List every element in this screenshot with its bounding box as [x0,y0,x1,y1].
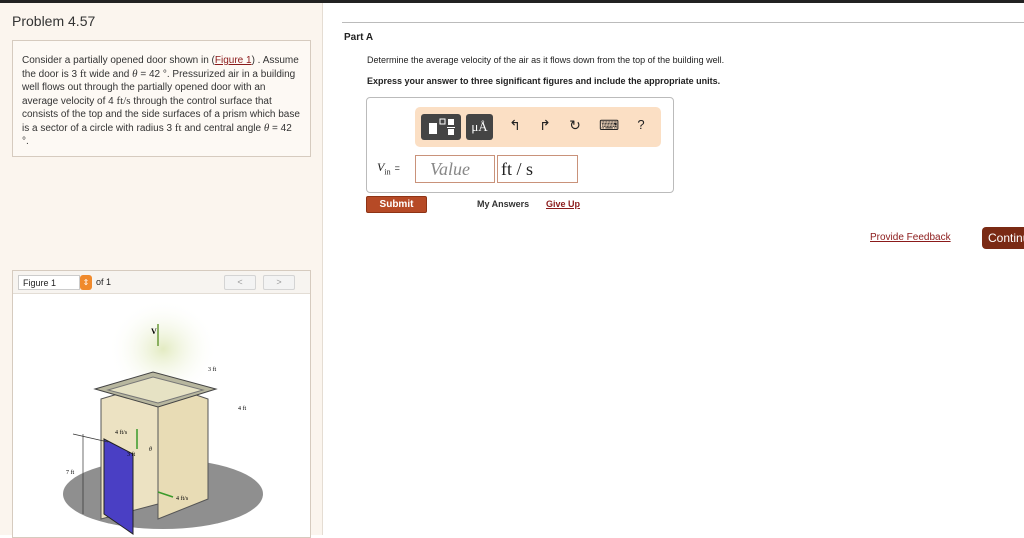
keyboard-icon[interactable]: ⌨ [599,117,619,134]
figure-select[interactable]: Figure 1 [18,275,80,290]
submit-button[interactable]: Submit [366,196,427,213]
units-button[interactable]: μÅ [466,114,493,140]
figure-link[interactable]: Figure 1 [215,55,252,66]
label: 4 ft/s [115,429,128,436]
figure-image: V 3 ft 4 ft 4 ft/s 3 ft 7 ft 4 ft/s θ [63,299,263,535]
text: Consider a partially opened door shown i… [22,55,215,66]
divider [342,22,1024,23]
select-stepper-icon[interactable]: ⇕ [80,275,92,290]
help-icon[interactable]: ? [633,117,649,132]
give-up-link[interactable]: Give Up [546,199,580,209]
problem-title: Problem 4.57 [12,13,96,29]
prev-figure-button[interactable]: < [224,275,256,290]
redo-icon[interactable]: ↱ [537,117,553,134]
equals: = [394,163,400,173]
text: and central angle [181,122,264,134]
var-sub: in [384,167,391,177]
label: 3 ft [127,451,135,458]
label: 4 ft [238,405,246,412]
question-text: Determine the average velocity of the ai… [367,55,725,65]
continue-button[interactable]: Continue [982,227,1024,249]
math-toolbar: μÅ ↰ ↱ ↻ ⌨ ? [415,107,661,147]
instruction-text: Express your answer to three significant… [367,76,721,86]
figure-panel: Figure 1 ⇕ of 1 < > V 3 ft 4 ft 4 ft/s 3… [12,270,311,538]
undo-icon[interactable]: ↰ [507,117,523,134]
unit-input[interactable]: ft / s [497,155,578,183]
label: 3 ft [208,366,216,373]
part-title: Part A [344,32,374,43]
templates-icon[interactable] [421,114,461,140]
reset-icon[interactable]: ↻ [567,117,583,134]
answer-box: μÅ ↰ ↱ ↻ ⌨ ? Vin = Value ft / s [366,97,674,193]
problem-panel: Problem 4.57 Consider a partially opened… [0,3,323,538]
text: wide and [86,68,133,80]
value-input[interactable]: Value [415,155,495,183]
problem-statement: Consider a partially opened door shown i… [12,40,311,157]
next-figure-button[interactable]: > [263,275,295,290]
provide-feedback-link[interactable]: Provide Feedback [870,232,951,243]
label: 4 ft/s [176,495,189,502]
unit: ft/s [116,94,131,107]
variable-label: Vin = [377,160,400,176]
label-v: V [151,327,157,336]
unit: ft [79,67,87,80]
figure-count: of 1 [96,277,112,287]
unit: ft [174,121,182,134]
label: θ [149,447,152,453]
label: 7 ft [66,469,74,476]
my-answers-link[interactable]: My Answers [477,199,529,209]
figure-header: Figure 1 ⇕ of 1 < > [13,271,310,294]
